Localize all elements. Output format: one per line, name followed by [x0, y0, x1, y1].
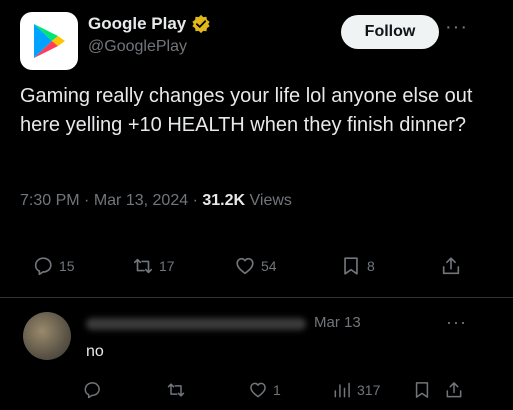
author-name[interactable]: Google Play [88, 14, 211, 34]
follow-button[interactable]: Follow [341, 15, 439, 49]
gold-verified-badge-icon [192, 14, 210, 34]
reply-like-button[interactable]: 1 [248, 380, 281, 400]
reply-text: no [86, 343, 104, 360]
more-horizontal-icon[interactable]: ··· [446, 312, 467, 333]
bookmark-icon [415, 382, 429, 398]
views-label: Views [249, 192, 292, 209]
share-icon [446, 382, 462, 398]
repost-icon [133, 258, 153, 274]
heart-icon [250, 382, 266, 398]
like-button[interactable]: 54 [234, 255, 277, 277]
tweet-meta: 7:30 PM · Mar 13, 2024 · 31.2K Views [20, 192, 292, 210]
reply-views-count: 317 [357, 382, 381, 398]
divider [0, 297, 513, 298]
reply-avatar[interactable] [23, 312, 71, 360]
reply-bookmark-button[interactable] [412, 380, 432, 400]
tweet-date[interactable]: Mar 13, 2024 [94, 192, 188, 209]
repost-count: 17 [159, 258, 175, 274]
reply-views-button[interactable]: 317 [332, 380, 380, 400]
reply-actions: 1 317 [82, 380, 482, 402]
reply-date[interactable]: Mar 13 [314, 314, 361, 331]
like-count: 54 [261, 258, 277, 274]
separator-dot: · [192, 192, 203, 209]
tweet-actions: 15 17 54 8 [20, 255, 490, 279]
views-count: 31.2K [202, 192, 246, 209]
bookmark-icon [344, 257, 358, 275]
reply-share-button[interactable] [444, 380, 464, 400]
reply-button[interactable]: 15 [32, 255, 75, 277]
views-bar-chart-icon [334, 382, 350, 398]
bookmark-count: 8 [367, 258, 375, 274]
share-button[interactable] [440, 255, 462, 277]
reply-like-count: 1 [273, 382, 281, 398]
author-handle[interactable]: @GooglePlay [88, 38, 187, 56]
repost-button[interactable]: 17 [132, 255, 175, 277]
tweet-text: Gaming really changes your life lol anyo… [20, 85, 473, 136]
share-icon [442, 257, 460, 275]
repost-icon [167, 383, 185, 397]
separator-dot: · [84, 192, 94, 209]
google-play-logo-icon [34, 24, 65, 58]
reply-icon [84, 382, 100, 399]
author-avatar[interactable] [20, 12, 78, 70]
reply-reply-button[interactable] [82, 380, 102, 400]
tweet-time[interactable]: 7:30 PM [20, 192, 80, 209]
redacted-reply-author [86, 318, 306, 330]
author-name-text[interactable]: Google Play [88, 14, 186, 34]
reply-count: 15 [59, 258, 75, 274]
heart-icon [236, 257, 254, 275]
more-horizontal-icon[interactable]: ··· [445, 16, 468, 39]
bookmark-button[interactable]: 8 [340, 255, 375, 277]
reply-repost-button[interactable] [166, 380, 186, 400]
reply-icon [34, 257, 52, 276]
